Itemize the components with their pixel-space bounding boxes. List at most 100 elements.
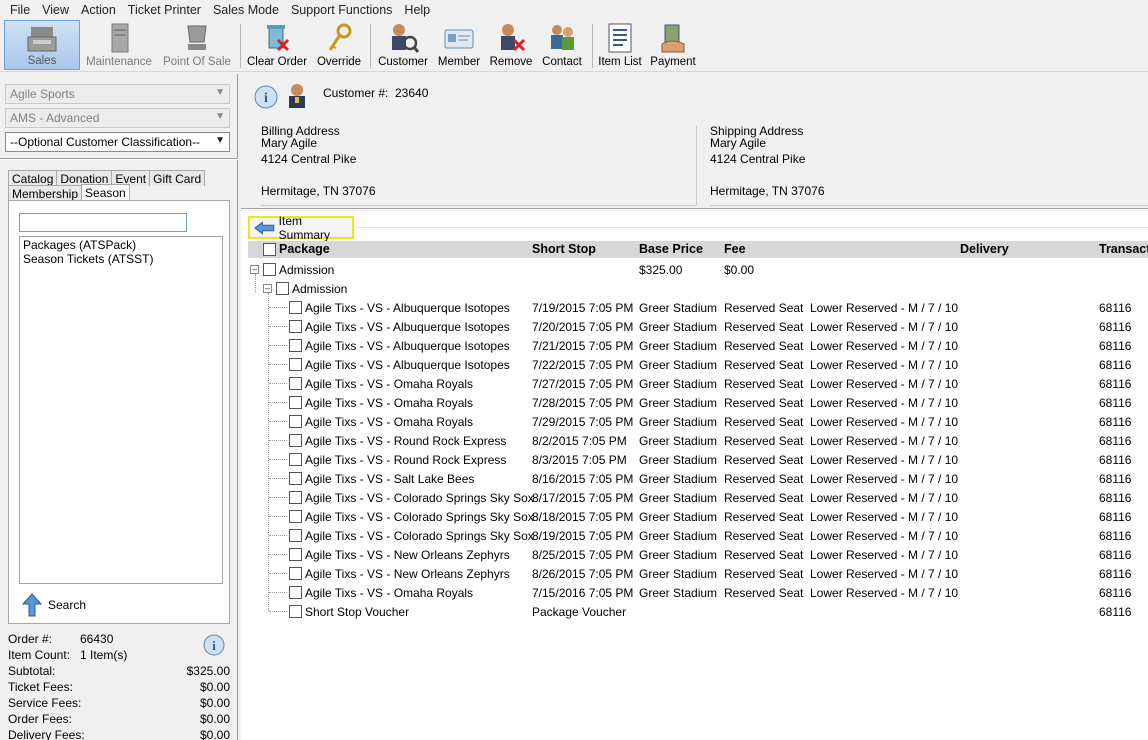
table-row[interactable]: Agile Tixs - VS - Omaha Royals 7/27/2015 … — [241, 374, 1148, 393]
table-row[interactable]: Agile Tixs - VS - Salt Lake Bees 8/16/201… — [241, 469, 1148, 488]
row-checkbox[interactable] — [289, 586, 302, 599]
tab-catalog[interactable]: Catalog — [8, 170, 58, 186]
customer-button[interactable]: Customer — [376, 20, 430, 70]
col-transact[interactable]: Transact — [1099, 242, 1148, 256]
row-checkbox[interactable] — [289, 548, 302, 561]
item-summary-button[interactable]: Item Summary — [248, 214, 354, 242]
table-row[interactable]: Short Stop Voucher Package Voucher 68116 — [241, 602, 1148, 621]
tree-line — [269, 497, 287, 498]
table-row[interactable]: Agile Tixs - VS - Albuquerque Isotopes 7/… — [241, 336, 1148, 355]
row-checkbox[interactable] — [289, 491, 302, 504]
clear-order-button[interactable]: Clear Order — [246, 20, 308, 70]
cell-fee: Reserved Seat — [724, 396, 804, 410]
tab-gift-card[interactable]: Gift Card — [149, 170, 206, 186]
table-row[interactable]: Agile Tixs - VS - Omaha Royals 7/28/2015 … — [241, 393, 1148, 412]
menu-view[interactable]: View — [36, 3, 75, 17]
col-short-stop[interactable]: Short Stop — [532, 242, 596, 256]
table-row[interactable]: Agile Tixs - VS - Omaha Royals 7/29/2015 … — [241, 412, 1148, 431]
override-button[interactable]: Override — [315, 20, 363, 70]
row-checkbox[interactable] — [276, 282, 289, 295]
menu-support-functions[interactable]: Support Functions — [285, 3, 398, 17]
table-row[interactable]: Agile Tixs - VS - Round Rock Express 8/2/… — [241, 431, 1148, 450]
list-item[interactable]: Packages (ATSPack) — [23, 238, 219, 252]
select-all-checkbox[interactable] — [263, 243, 276, 256]
list-item[interactable]: Season Tickets (ATSST) — [23, 252, 219, 266]
maintenance-button[interactable]: Maintenance — [84, 20, 154, 70]
row-checkbox[interactable] — [289, 415, 302, 428]
col-package[interactable]: Package — [279, 242, 330, 256]
pos-terminal-icon — [180, 22, 214, 54]
cell-base-price: Greer Stadium — [639, 472, 718, 486]
menu-ticket-printer[interactable]: Ticket Printer — [122, 3, 207, 17]
tree-line — [269, 440, 287, 441]
col-delivery[interactable]: Delivery — [960, 242, 1009, 256]
row-checkbox[interactable] — [289, 301, 302, 314]
sales-button[interactable]: Sales — [4, 20, 80, 70]
row-checkbox[interactable] — [289, 320, 302, 333]
row-checkbox[interactable] — [289, 377, 302, 390]
search-button[interactable]: Search — [22, 592, 86, 618]
customer-classification-select[interactable]: --Optional Customer Classification-- ▼ — [5, 132, 230, 152]
table-row[interactable]: Agile Tixs - VS - Albuquerque Isotopes 7/… — [241, 355, 1148, 374]
organization-select[interactable]: Agile Sports ▼ — [5, 84, 230, 104]
collapse-icon[interactable]: – — [250, 265, 259, 274]
season-list[interactable]: Packages (ATSPack) Season Tickets (ATSST… — [19, 236, 223, 584]
tab-membership[interactable]: Membership — [8, 185, 83, 201]
cell-transact: 68116 — [1099, 358, 1132, 372]
cell-base-price: Greer Stadium — [639, 301, 718, 315]
tree-line — [269, 459, 287, 460]
payment-button[interactable]: Payment — [649, 20, 697, 70]
cell-fee: Reserved Seat — [724, 301, 804, 315]
row-checkbox[interactable] — [289, 434, 302, 447]
left-panel: Agile Sports ▼ AMS - Advanced ▼ --Optional… — [0, 74, 238, 740]
row-checkbox[interactable] — [289, 567, 302, 580]
row-checkbox[interactable] — [289, 453, 302, 466]
menu-help[interactable]: Help — [398, 3, 436, 17]
table-row[interactable]: – Admission $325.00 $0.00 — [241, 260, 1148, 279]
member-button[interactable]: Member — [436, 20, 482, 70]
cell-short-stop: 7/22/2015 7:05 PM — [532, 358, 634, 372]
menu-action[interactable]: Action — [75, 3, 122, 17]
tree-line — [269, 478, 287, 479]
table-row[interactable]: Agile Tixs - VS - Colorado Springs Sky S… — [241, 526, 1148, 545]
remove-button[interactable]: Remove — [488, 20, 534, 70]
table-row[interactable]: Agile Tixs - VS - Omaha Royals 7/15/2016 … — [241, 583, 1148, 602]
table-row[interactable]: Agile Tixs - VS - Albuquerque Isotopes 7/… — [241, 298, 1148, 317]
table-row[interactable]: Agile Tixs - VS - New Orleans Zephyrs 8/2… — [241, 545, 1148, 564]
toolbar: Sales Maintenance Point Of Sale Clear Or… — [0, 20, 1148, 72]
table-row[interactable]: Agile Tixs - VS - Colorado Springs Sky S… — [241, 507, 1148, 526]
row-checkbox[interactable] — [289, 472, 302, 485]
contact-button[interactable]: Contact — [538, 20, 586, 70]
row-checkbox[interactable] — [289, 605, 302, 618]
cell-package: Agile Tixs - VS - Omaha Royals — [305, 586, 474, 600]
table-row[interactable]: – Admission — [241, 279, 1148, 298]
customer-avatar-icon[interactable] — [285, 83, 309, 109]
row-checkbox[interactable] — [289, 339, 302, 352]
row-checkbox[interactable] — [289, 396, 302, 409]
row-checkbox[interactable] — [263, 263, 276, 276]
info-icon[interactable]: i — [254, 85, 278, 109]
table-row[interactable]: Agile Tixs - VS - Round Rock Express 8/3/… — [241, 450, 1148, 469]
totals-row: Order Fees: $0.00 — [8, 712, 230, 726]
menu-sales-mode[interactable]: Sales Mode — [207, 3, 285, 17]
row-checkbox[interactable] — [289, 510, 302, 523]
mode-select[interactable]: AMS - Advanced ▼ — [5, 108, 230, 128]
cell-short-stop: Package Voucher — [532, 605, 627, 619]
point-of-sale-button[interactable]: Point Of Sale — [160, 20, 234, 70]
season-search-input[interactable] — [19, 213, 187, 232]
col-fee[interactable]: Fee — [724, 242, 746, 256]
cell-short-stop: 7/28/2015 7:05 PM — [532, 396, 634, 410]
row-checkbox[interactable] — [289, 529, 302, 542]
table-row[interactable]: Agile Tixs - VS - New Orleans Zephyrs 8/2… — [241, 564, 1148, 583]
cell-package: Agile Tixs - VS - Colorado Springs Sky S… — [305, 529, 534, 543]
item-list-button[interactable]: Item List — [597, 20, 643, 70]
chevron-down-icon: ▼ — [215, 135, 225, 146]
row-checkbox[interactable] — [289, 358, 302, 371]
menu-file[interactable]: File — [4, 3, 36, 17]
cell-delivery: Lower Reserved - M / 7 / 10 — [810, 434, 959, 448]
table-row[interactable]: Agile Tixs - VS - Albuquerque Isotopes 7/… — [241, 317, 1148, 336]
col-base-price[interactable]: Base Price — [639, 242, 703, 256]
table-row[interactable]: Agile Tixs - VS - Colorado Springs Sky S… — [241, 488, 1148, 507]
collapse-icon[interactable]: – — [263, 284, 272, 293]
cell-transact: 68116 — [1099, 567, 1132, 581]
